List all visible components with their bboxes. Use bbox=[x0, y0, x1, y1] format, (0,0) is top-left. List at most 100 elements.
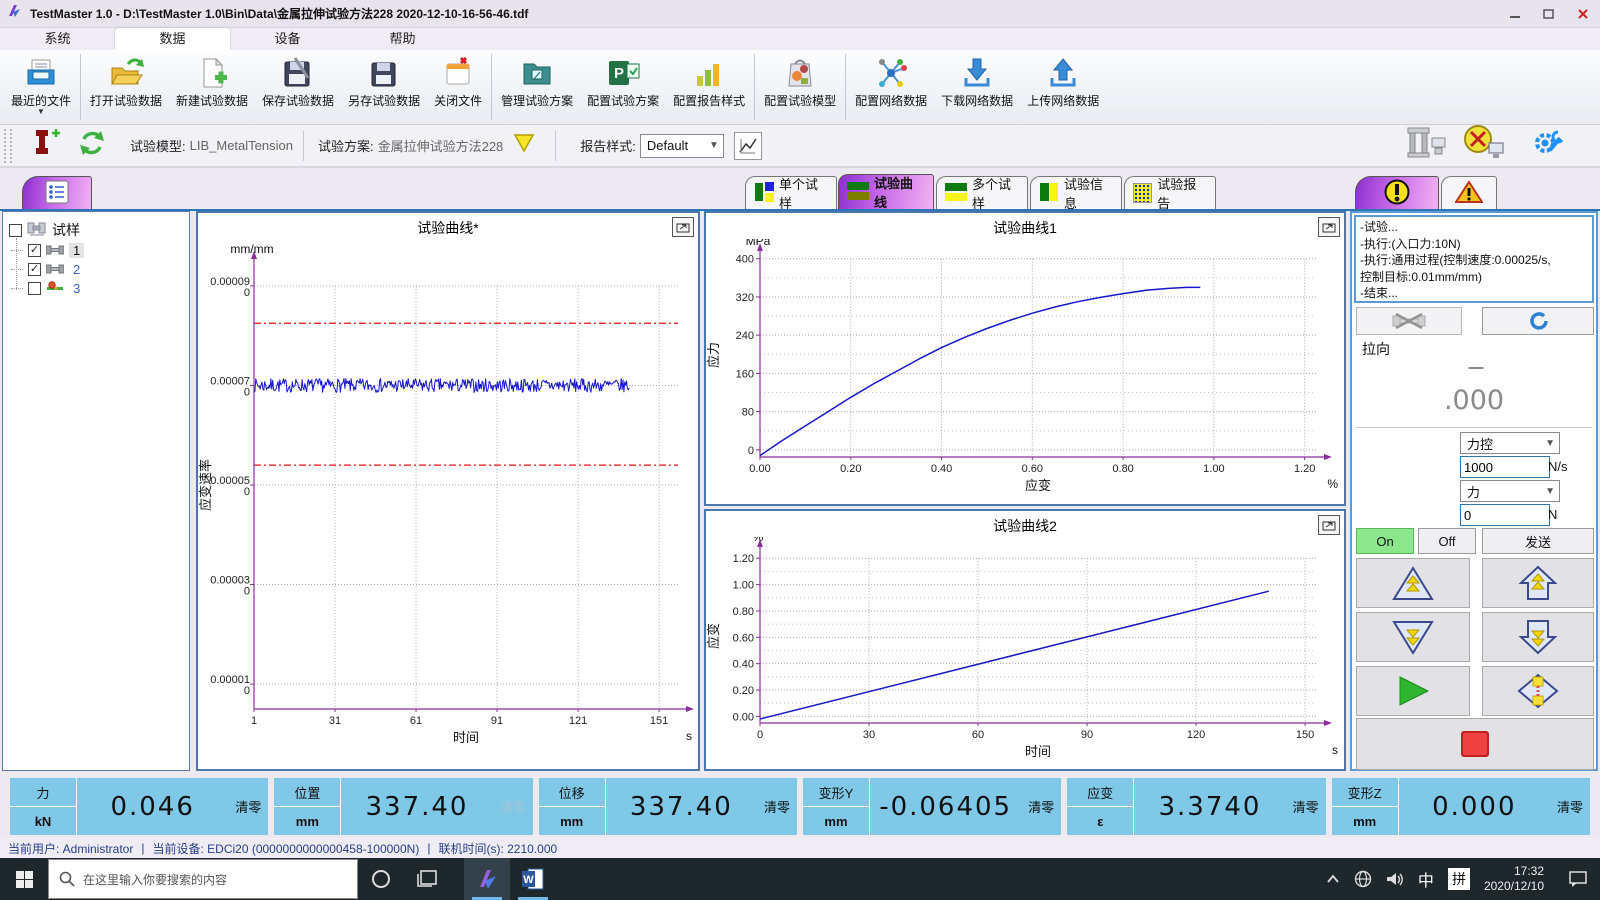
clear-button[interactable]: 清零 bbox=[228, 778, 268, 835]
report-style-button[interactable]: 配置报告样式 bbox=[666, 50, 752, 124]
clear-button[interactable]: 清零 bbox=[1550, 778, 1590, 835]
refresh-button[interactable] bbox=[76, 128, 108, 163]
specimen-diamond-icon bbox=[1516, 672, 1560, 710]
fast-down-icon bbox=[1391, 618, 1435, 656]
popout-chart-button[interactable] bbox=[1318, 515, 1340, 535]
maximize-button[interactable] bbox=[1532, 2, 1566, 26]
tray-expand-icon[interactable] bbox=[1326, 874, 1340, 884]
tree-item-3[interactable]: 3 bbox=[11, 281, 84, 296]
specimen-2-checkbox[interactable]: ✓ bbox=[28, 263, 41, 276]
jog-up-button[interactable] bbox=[1482, 558, 1594, 608]
jog-fast-up-button[interactable] bbox=[1356, 558, 1470, 608]
volume-icon[interactable] bbox=[1386, 871, 1404, 887]
taskbar-word-app[interactable]: W bbox=[510, 858, 556, 900]
tab-single-specimen[interactable]: 单个试样 bbox=[745, 176, 837, 209]
strain-rate-chart: 13161911211510.0000100.0000300.0000500.0… bbox=[198, 239, 696, 767]
svg-text:150: 150 bbox=[1296, 729, 1314, 741]
stop-test-button[interactable] bbox=[1356, 718, 1594, 770]
control-mode-select[interactable]: 力控▼ bbox=[1460, 432, 1560, 454]
taskbar-clock[interactable]: 17:32 2020/12/10 bbox=[1484, 864, 1544, 894]
minimize-button[interactable] bbox=[1498, 2, 1532, 26]
save-as-data-button[interactable]: 另存试验数据 bbox=[341, 50, 427, 124]
jog-down-button[interactable] bbox=[1482, 612, 1594, 662]
tab-test-log[interactable] bbox=[1355, 176, 1439, 209]
search-placeholder: 在这里输入你要搜索的内容 bbox=[83, 871, 227, 888]
popout-chart-button[interactable] bbox=[672, 217, 694, 237]
svg-text:121: 121 bbox=[569, 715, 587, 727]
clear-button[interactable]: 清零 bbox=[1286, 778, 1326, 835]
scheme-warning-icon[interactable] bbox=[513, 133, 535, 158]
device-offline-icon[interactable] bbox=[1462, 125, 1506, 166]
target-input[interactable] bbox=[1460, 504, 1550, 526]
svg-text:120: 120 bbox=[1187, 729, 1205, 741]
single-specimen-icon bbox=[754, 182, 774, 205]
action-center-icon[interactable] bbox=[1568, 870, 1588, 888]
config-model-button[interactable]: 配置试验模型 bbox=[757, 50, 843, 124]
tab-warnings[interactable] bbox=[1441, 176, 1497, 209]
taskbar-search[interactable]: 在这里输入你要搜索的内容 bbox=[48, 859, 358, 899]
download-network-button[interactable]: 下载网络数据 bbox=[934, 50, 1020, 124]
menu-system[interactable]: 系统 bbox=[0, 28, 115, 50]
up-arrow-icon bbox=[1518, 564, 1558, 602]
svg-text:90: 90 bbox=[1081, 729, 1093, 741]
settings-icon[interactable] bbox=[1532, 128, 1564, 163]
network-globe-icon[interactable] bbox=[1354, 870, 1372, 888]
task-view-button[interactable] bbox=[404, 858, 450, 900]
config-network-button[interactable]: 配置网络数据 bbox=[848, 50, 934, 124]
send-button[interactable]: 发送 bbox=[1482, 528, 1594, 554]
new-data-button[interactable]: 新建试验数据 bbox=[169, 50, 255, 124]
recent-files-button[interactable]: 最近的文件 ▼ bbox=[4, 50, 78, 124]
close-button[interactable] bbox=[1566, 2, 1600, 26]
manage-scheme-button[interactable]: 管理试验方案 bbox=[494, 50, 580, 124]
tree-root-specimens[interactable]: 试样 bbox=[9, 220, 80, 240]
ime-language-button[interactable]: 中 bbox=[1418, 867, 1434, 891]
menu-help[interactable]: 帮助 bbox=[345, 28, 460, 50]
specimen-setup-button[interactable] bbox=[1482, 666, 1594, 716]
tab-test-info[interactable]: 试验信息 bbox=[1030, 176, 1122, 209]
rate-input[interactable] bbox=[1460, 456, 1550, 478]
curve-settings-button[interactable] bbox=[734, 132, 762, 160]
taskbar-testmaster-app[interactable] bbox=[464, 858, 510, 900]
menu-device[interactable]: 设备 bbox=[230, 28, 345, 50]
clear-button[interactable]: 清零 bbox=[757, 778, 797, 835]
add-specimen-button[interactable] bbox=[30, 128, 60, 163]
svg-text:31: 31 bbox=[329, 715, 341, 727]
tree-item-1[interactable]: ✓ 1 bbox=[11, 243, 84, 258]
tab-test-report[interactable]: 试验报告 bbox=[1124, 176, 1216, 209]
upload-network-button[interactable]: 上传网络数据 bbox=[1020, 50, 1106, 124]
on-button[interactable]: On bbox=[1356, 528, 1414, 554]
loop-button[interactable] bbox=[1482, 307, 1594, 335]
off-button[interactable]: Off bbox=[1418, 528, 1476, 554]
specimen-1-checkbox[interactable]: ✓ bbox=[28, 244, 41, 257]
start-button[interactable] bbox=[0, 858, 48, 900]
cortana-button[interactable] bbox=[358, 858, 404, 900]
open-data-button[interactable]: 打开试验数据 bbox=[83, 50, 169, 124]
value-display: .000 bbox=[1356, 385, 1592, 428]
save-data-button[interactable]: 保存试验数据 bbox=[255, 50, 341, 124]
svg-text:P: P bbox=[614, 65, 624, 82]
clear-button[interactable]: 清零 bbox=[1021, 778, 1061, 835]
toolbar-grip[interactable] bbox=[4, 129, 12, 163]
start-test-button[interactable] bbox=[1356, 666, 1470, 716]
popout-chart-button[interactable] bbox=[1318, 217, 1340, 237]
target-mode-select[interactable]: 力▼ bbox=[1460, 480, 1560, 502]
tree-item-2[interactable]: ✓ 2 bbox=[11, 262, 84, 277]
root-checkbox[interactable] bbox=[9, 224, 22, 237]
close-file-button[interactable]: 关闭文件 bbox=[427, 50, 489, 124]
config-scheme-button[interactable]: P 配置试验方案 bbox=[580, 50, 666, 124]
specimen-3-checkbox[interactable] bbox=[28, 282, 41, 295]
svg-text:应变速率: 应变速率 bbox=[198, 459, 213, 511]
jog-fast-down-button[interactable] bbox=[1356, 612, 1470, 662]
abort-test-button[interactable] bbox=[1356, 307, 1462, 335]
tab-multi-specimen[interactable]: 多个试样 bbox=[936, 176, 1028, 209]
machine-icon[interactable] bbox=[1404, 126, 1448, 165]
report-style-select[interactable]: Default▼ bbox=[640, 134, 724, 158]
tab-test-curve[interactable]: 试验曲线 bbox=[838, 174, 934, 209]
tab-specimen-list[interactable] bbox=[22, 176, 92, 209]
chart-title: 试验曲线1 bbox=[706, 213, 1344, 239]
model-value: LIB_MetalTension bbox=[190, 138, 293, 153]
new-file-icon bbox=[195, 54, 229, 92]
ime-pinyin-button[interactable]: 拼 bbox=[1448, 868, 1470, 890]
svg-text:400: 400 bbox=[736, 254, 754, 266]
menu-data[interactable]: 数据 bbox=[115, 28, 230, 50]
